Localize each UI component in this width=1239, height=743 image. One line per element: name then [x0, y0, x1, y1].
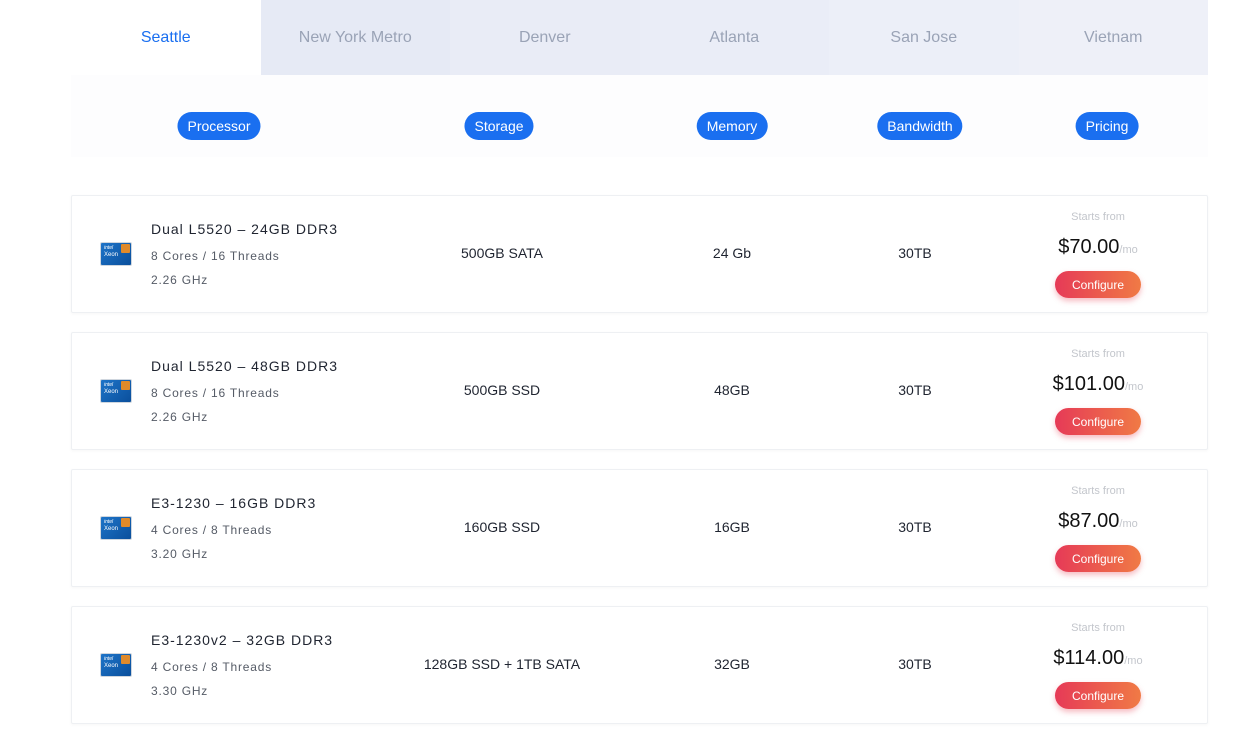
- server-list: intel Xeon Dual L5520 – 24GB DDR3 8 Core…: [71, 195, 1208, 724]
- storage-value: 160GB SSD: [463, 519, 541, 535]
- xeon-line-text: Xeon: [104, 252, 119, 258]
- processor-speed: 2.26 GHz: [151, 273, 209, 287]
- price-period: /mo: [1119, 244, 1138, 256]
- price: $101.00/mo: [1053, 373, 1144, 396]
- tab-atlanta[interactable]: Atlanta: [639, 0, 829, 75]
- intel-xeon-icon: intel Xeon: [100, 516, 132, 540]
- tab-vietnam[interactable]: Vietnam: [1018, 0, 1208, 75]
- xeon-line-text: Xeon: [104, 663, 119, 669]
- memory-value: 32GB: [714, 656, 750, 672]
- storage-header: Storage: [464, 112, 534, 140]
- server-row: intel Xeon E3-1230v2 – 32GB DDR3 4 Cores…: [71, 606, 1208, 724]
- intel-brand-text: intel: [104, 656, 114, 662]
- bandwidth-value: 30TB: [898, 245, 932, 261]
- server-row: intel Xeon E3-1230 – 16GB DDR3 4 Cores /…: [71, 469, 1208, 587]
- xeon-line-text: Xeon: [104, 389, 119, 395]
- configure-button[interactable]: Configure: [1054, 682, 1142, 709]
- processor-name: Dual L5520 – 24GB DDR3: [151, 221, 338, 237]
- bandwidth-value: 30TB: [898, 382, 932, 398]
- column-headers: Processor Storage Memory Bandwidth Prici…: [71, 75, 1208, 157]
- starts-from-label: Starts from: [1071, 348, 1125, 360]
- price-period: /mo: [1124, 655, 1143, 667]
- storage-value: 128GB SSD + 1TB SATA: [423, 656, 581, 672]
- processor-speed: 3.20 GHz: [151, 547, 209, 561]
- processor-name: E3-1230v2 – 32GB DDR3: [151, 632, 334, 648]
- price-period: /mo: [1119, 518, 1138, 530]
- intel-xeon-icon: intel Xeon: [100, 379, 132, 403]
- pricing-header: Pricing: [1075, 112, 1139, 140]
- starts-from-label: Starts from: [1071, 485, 1125, 497]
- configure-button[interactable]: Configure: [1054, 408, 1142, 435]
- price: $114.00/mo: [1053, 647, 1142, 670]
- processor-header: Processor: [177, 112, 261, 140]
- memory-value: 48GB: [714, 382, 750, 398]
- intel-xeon-icon: intel Xeon: [100, 242, 132, 266]
- memory-value: 16GB: [714, 519, 750, 535]
- processor-cores: 4 Cores / 8 Threads: [151, 660, 273, 674]
- processor-speed: 3.30 GHz: [151, 684, 209, 698]
- intel-xeon-icon: intel Xeon: [100, 653, 132, 677]
- storage-value: 500GB SSD: [463, 382, 541, 398]
- price-period: /mo: [1124, 381, 1144, 393]
- pricing-table: Seattle New York Metro Denver Atlanta Sa…: [71, 0, 1208, 743]
- memory-value: 24 Gb: [712, 245, 752, 261]
- tab-san-jose[interactable]: San Jose: [829, 0, 1019, 75]
- processor-cores: 4 Cores / 8 Threads: [151, 523, 273, 537]
- intel-brand-text: intel: [104, 382, 114, 388]
- processor-cores: 8 Cores / 16 Threads: [151, 249, 280, 263]
- price-amount: $70.00: [1058, 236, 1120, 258]
- tab-new-york-metro[interactable]: New York Metro: [260, 0, 450, 75]
- server-row: intel Xeon Dual L5520 – 24GB DDR3 8 Core…: [71, 195, 1208, 313]
- xeon-line-text: Xeon: [104, 526, 119, 532]
- configure-button[interactable]: Configure: [1054, 545, 1142, 572]
- price-amount: $101.00: [1052, 373, 1125, 395]
- processor-cores: 8 Cores / 16 Threads: [151, 386, 280, 400]
- tab-seattle[interactable]: Seattle: [71, 0, 261, 75]
- price: $70.00/mo: [1058, 236, 1138, 259]
- configure-button[interactable]: Configure: [1054, 271, 1142, 298]
- price: $87.00/mo: [1058, 510, 1138, 533]
- intel-brand-text: intel: [104, 245, 114, 251]
- bandwidth-value: 30TB: [898, 519, 932, 535]
- memory-header: Memory: [696, 112, 768, 140]
- intel-brand-text: intel: [104, 519, 114, 525]
- processor-name: Dual L5520 – 48GB DDR3: [151, 358, 338, 374]
- storage-value: 500GB SATA: [461, 245, 543, 261]
- price-amount: $114.00: [1053, 647, 1125, 669]
- processor-name: E3-1230 – 16GB DDR3: [151, 495, 317, 511]
- location-tabs: Seattle New York Metro Denver Atlanta Sa…: [71, 0, 1208, 75]
- server-row: intel Xeon Dual L5520 – 48GB DDR3 8 Core…: [71, 332, 1208, 450]
- starts-from-label: Starts from: [1071, 211, 1125, 223]
- price-amount: $87.00: [1058, 510, 1120, 532]
- tab-denver[interactable]: Denver: [450, 0, 640, 75]
- bandwidth-value: 30TB: [898, 656, 932, 672]
- bandwidth-header: Bandwidth: [877, 112, 963, 140]
- processor-speed: 2.26 GHz: [151, 410, 209, 424]
- starts-from-label: Starts from: [1071, 622, 1125, 634]
